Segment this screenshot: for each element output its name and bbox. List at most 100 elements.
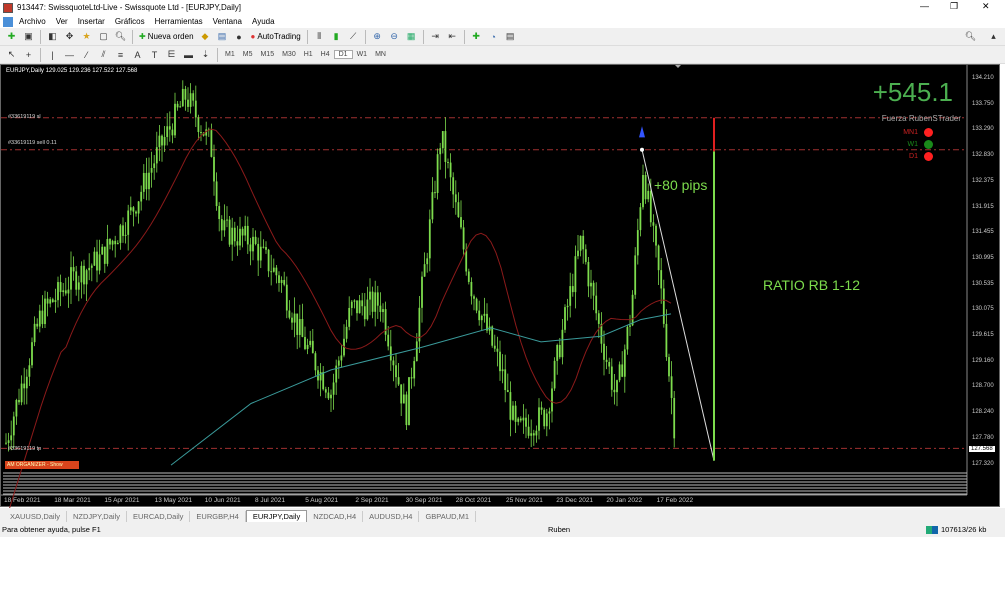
autoscroll-icon[interactable]: ⇥ [429,30,442,43]
candle-body [161,135,163,146]
arrows-icon[interactable]: ⇣ [199,48,212,61]
tab-nzdjpy-daily[interactable]: NZDJPY,Daily [67,511,127,522]
menu-ayuda[interactable]: Ayuda [252,17,275,26]
status-bar: Para obtener ayuda, pulse F1 Ruben 10761… [0,522,1005,537]
candle-body [187,99,189,107]
menu-ver[interactable]: Ver [56,17,68,26]
tab-eurjpy-daily[interactable]: EURJPY,Daily [245,510,308,522]
candle-body [522,417,525,421]
chart-shift-icon[interactable]: ⇤ [446,30,459,43]
tab-audusd-h4[interactable]: AUDUSD,H4 [363,511,420,522]
templates-icon[interactable]: ▤ [504,30,517,43]
candle-body [392,360,395,366]
price-chart[interactable]: EURJPY,Daily 129.025 129.236 127.522 127… [0,64,1000,508]
price-tick: 133.290 [972,126,994,133]
new-order-icon: ✚ [139,32,146,41]
navigator-icon[interactable]: ★ [80,30,93,43]
candle-body [189,93,192,107]
timeframe-m1[interactable]: M1 [221,51,239,58]
candle-body [31,342,33,366]
text-icon[interactable]: A [131,48,144,61]
timeframe-m5[interactable]: M5 [239,51,257,58]
tab-xauusd-daily[interactable]: XAUUSD,Daily [4,511,68,522]
tab-nzdcad-h4[interactable]: NZDCAD,H4 [307,511,364,522]
candle-body [608,361,611,367]
candle-body [184,88,187,100]
candle-body [551,388,553,412]
horizontal-line-icon[interactable]: — [63,48,76,61]
organizer-button[interactable]: AM ORGANIZER - Show [5,461,79,469]
periods-icon[interactable]: ◔ [487,30,500,43]
tester-icon[interactable]: 🔍︎ [114,30,127,43]
search-icon[interactable]: 🔍︎ [964,30,977,43]
candle-body [90,265,93,268]
candlestick-icon[interactable]: ▮ [330,30,343,43]
candle-body [623,349,626,377]
tab-eurgbp-h4[interactable]: EURGBP,H4 [190,511,246,522]
menu-herramientas[interactable]: Herramientas [155,17,203,26]
price-tick: 128.700 [972,383,994,390]
separator [306,29,308,44]
trendline-icon[interactable]: ⁄ [80,48,93,61]
profiles-icon[interactable]: ▣ [22,30,35,43]
channel-icon[interactable]: ⫽ [97,48,110,61]
signal-dot-icon [924,128,933,137]
gann-icon[interactable]: ⋿ [165,48,178,61]
tab-gbpaud-m1[interactable]: GBPAUD,M1 [419,511,477,522]
autotrading-button[interactable]: ● AutoTrading [248,29,304,44]
candle-body [538,407,540,431]
community-icon[interactable]: ▴ [987,30,1000,43]
minimize-button[interactable]: — [920,1,929,11]
candle-body [545,413,548,427]
new-order-button[interactable]: ✚ Nueva orden [136,29,197,44]
text-label-icon[interactable]: T [148,48,161,61]
terminal-icon[interactable]: ▢ [97,30,110,43]
market-icon[interactable]: ● [233,30,246,43]
candle-body [613,389,616,393]
metaeditor-icon[interactable]: ◆ [199,30,212,43]
candle-body [267,249,270,272]
candle-body [496,348,499,352]
candle-body [540,407,543,410]
new-chart-icon[interactable]: ✚ [5,30,18,43]
time-tick: 10 Jun 2021 [204,497,241,504]
vertical-line-icon[interactable]: | [46,48,59,61]
timeframe-m30[interactable]: M30 [278,51,300,58]
ratio-label: RATIO RB 1-12 [763,277,860,293]
bar-chart-icon[interactable]: ⫴ [313,30,326,43]
fibonacci-icon[interactable]: ≡ [114,48,127,61]
indicators-icon[interactable]: ✚ [470,30,483,43]
timeframe-d1[interactable]: D1 [333,50,353,59]
close-button[interactable]: ✕ [982,1,990,12]
zoom-in-icon[interactable]: ⊕ [371,30,384,43]
candle-body [363,306,366,320]
signal-label: W1 [907,141,919,148]
rectangle-icon[interactable]: ▬ [182,48,195,61]
menu-bar: Archivo Ver Insertar Gráficos Herramient… [0,15,1005,28]
maximize-button[interactable]: ❐ [950,1,958,12]
menu-ventana[interactable]: Ventana [213,17,242,26]
data-window-icon[interactable]: ✥ [63,30,76,43]
tile-windows-icon[interactable]: ▦ [405,30,418,43]
signal-label: D1 [909,153,918,160]
candle-body [296,313,299,335]
zoom-out-icon[interactable]: ⊖ [388,30,401,43]
timeframe-h4[interactable]: H4 [317,51,334,58]
cursor-icon[interactable]: ↖ [5,48,18,61]
menu-insertar[interactable]: Insertar [78,17,105,26]
app-icon [3,2,13,13]
timeframe-m15[interactable]: M15 [256,51,278,58]
crosshair-icon[interactable]: + [22,48,35,61]
market-watch-icon[interactable]: ◧ [46,30,59,43]
timeframe-w1[interactable]: W1 [353,51,372,58]
candle-body [111,240,114,245]
candle-body [478,310,481,321]
tab-eurcad-daily[interactable]: EURCAD,Daily [127,511,191,522]
menu-archivo[interactable]: Archivo [19,17,46,26]
candle-body [579,235,582,251]
line-chart-icon[interactable]: ⟋ [347,30,360,43]
menu-graficos[interactable]: Gráficos [115,17,145,26]
timeframe-mn[interactable]: MN [371,51,390,58]
signals-icon[interactable]: ▤ [216,30,229,43]
timeframe-h1[interactable]: H1 [300,51,317,58]
